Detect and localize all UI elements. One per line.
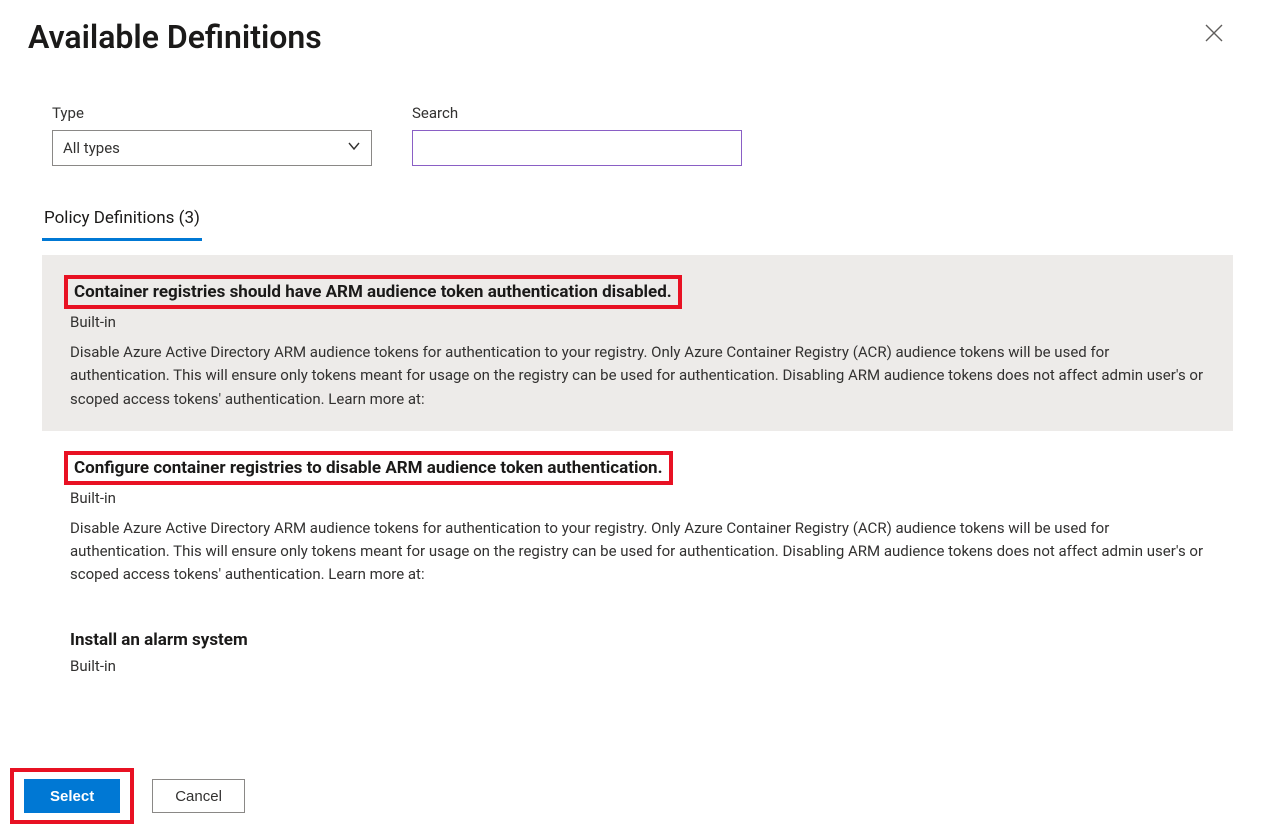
- footer-buttons: Select Cancel: [10, 768, 245, 824]
- chevron-down-icon: [347, 139, 361, 157]
- panel-title: Available Definitions: [28, 18, 322, 56]
- list-item[interactable]: Container registries should have ARM aud…: [42, 255, 1233, 431]
- tab-label-suffix: ): [194, 208, 200, 228]
- tab-label-prefix: Policy Definitions (: [44, 208, 184, 228]
- list-item[interactable]: Configure container registries to disabl…: [42, 431, 1233, 607]
- tabs-row: Policy Definitions (3): [42, 204, 1261, 241]
- list-item[interactable]: Install an alarm system Built-in: [42, 607, 1233, 696]
- type-filter-group: Type All types: [52, 104, 372, 166]
- panel-header: Available Definitions: [0, 0, 1261, 56]
- close-icon[interactable]: [1195, 18, 1233, 53]
- definition-type: Built-in: [70, 657, 1205, 675]
- definitions-list-wrap: Container registries should have ARM aud…: [42, 255, 1233, 695]
- search-label: Search: [412, 104, 742, 122]
- type-select-value: All types: [63, 139, 120, 157]
- select-button[interactable]: Select: [24, 779, 120, 813]
- definition-type: Built-in: [70, 489, 1205, 507]
- type-select[interactable]: All types: [52, 130, 372, 166]
- definition-description: Disable Azure Active Directory ARM audie…: [70, 341, 1205, 411]
- definitions-list[interactable]: Container registries should have ARM aud…: [42, 255, 1233, 695]
- definition-title: Container registries should have ARM aud…: [64, 275, 682, 309]
- definition-title: Configure container registries to disabl…: [64, 451, 673, 485]
- definition-type: Built-in: [70, 313, 1205, 331]
- tab-policy-definitions[interactable]: Policy Definitions (3): [42, 204, 202, 241]
- select-button-highlight: Select: [10, 768, 134, 824]
- search-input[interactable]: [412, 130, 742, 166]
- tab-count: 3: [184, 208, 194, 228]
- cancel-button[interactable]: Cancel: [152, 779, 245, 813]
- definition-description: Disable Azure Active Directory ARM audie…: [70, 517, 1205, 587]
- search-filter-group: Search: [412, 104, 742, 166]
- type-label: Type: [52, 104, 372, 122]
- definition-title: Install an alarm system: [64, 627, 254, 653]
- filter-row: Type All types Search: [0, 56, 1261, 166]
